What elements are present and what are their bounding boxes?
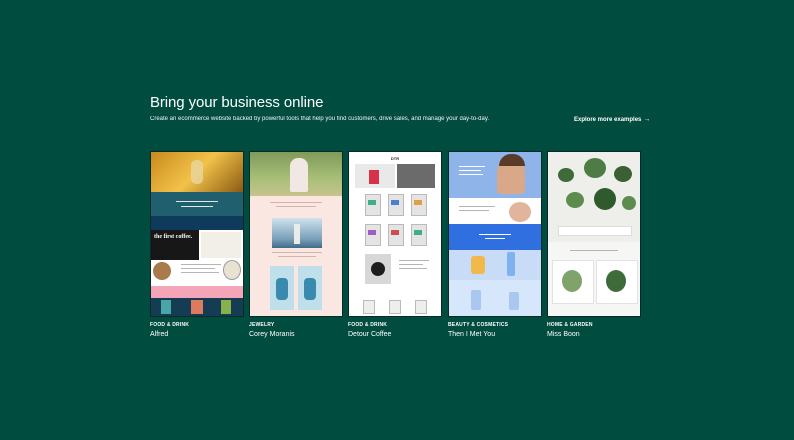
card-category: FOOD & DRINK [348, 322, 388, 328]
example-card-corey-moranis[interactable]: JEWELRY Corey Moranis [249, 151, 343, 338]
card-store-name[interactable]: Alfred [150, 331, 244, 338]
card-category: JEWELRY [249, 322, 275, 328]
store-thumbnail-then-i-met-you[interactable] [448, 151, 542, 317]
card-category: HOME & GARDEN [547, 322, 593, 328]
section-heading: Bring your business online [150, 94, 324, 111]
card-store-name[interactable]: Miss Boon [547, 331, 641, 338]
arrow-right-icon: → [643, 116, 651, 123]
example-card-then-i-met-you[interactable]: BEAUTY & COSMETICS Then I Met You [448, 151, 542, 338]
card-store-name[interactable]: Then I Met You [448, 331, 542, 338]
section-subtitle: Create an ecommerce website backed by po… [150, 116, 490, 122]
explore-more-label: Explore more examples [574, 116, 642, 123]
thumbnail-tagline: the first coffee. [151, 230, 199, 260]
example-card-alfred[interactable]: the first coffee. FOOD & DRINK Alfred [150, 151, 244, 338]
card-store-name[interactable]: Detour Coffee [348, 331, 442, 338]
store-thumbnail-miss-boon[interactable] [547, 151, 641, 317]
thumbnail-logo: DTR [390, 156, 400, 161]
example-card-miss-boon[interactable]: HOME & GARDEN Miss Boon [547, 151, 641, 338]
card-category: FOOD & DRINK [150, 322, 190, 328]
store-thumbnail-alfred[interactable]: the first coffee. [150, 151, 244, 317]
card-store-name[interactable]: Corey Moranis [249, 331, 343, 338]
explore-more-link[interactable]: Explore more examples → [574, 116, 650, 123]
example-card-detour-coffee[interactable]: DTR FOOD & DRINK Detour Coffee [348, 151, 442, 338]
store-thumbnail-detour-coffee[interactable]: DTR [348, 151, 442, 317]
card-category: BEAUTY & COSMETICS [448, 322, 509, 328]
store-thumbnail-corey-moranis[interactable] [249, 151, 343, 317]
